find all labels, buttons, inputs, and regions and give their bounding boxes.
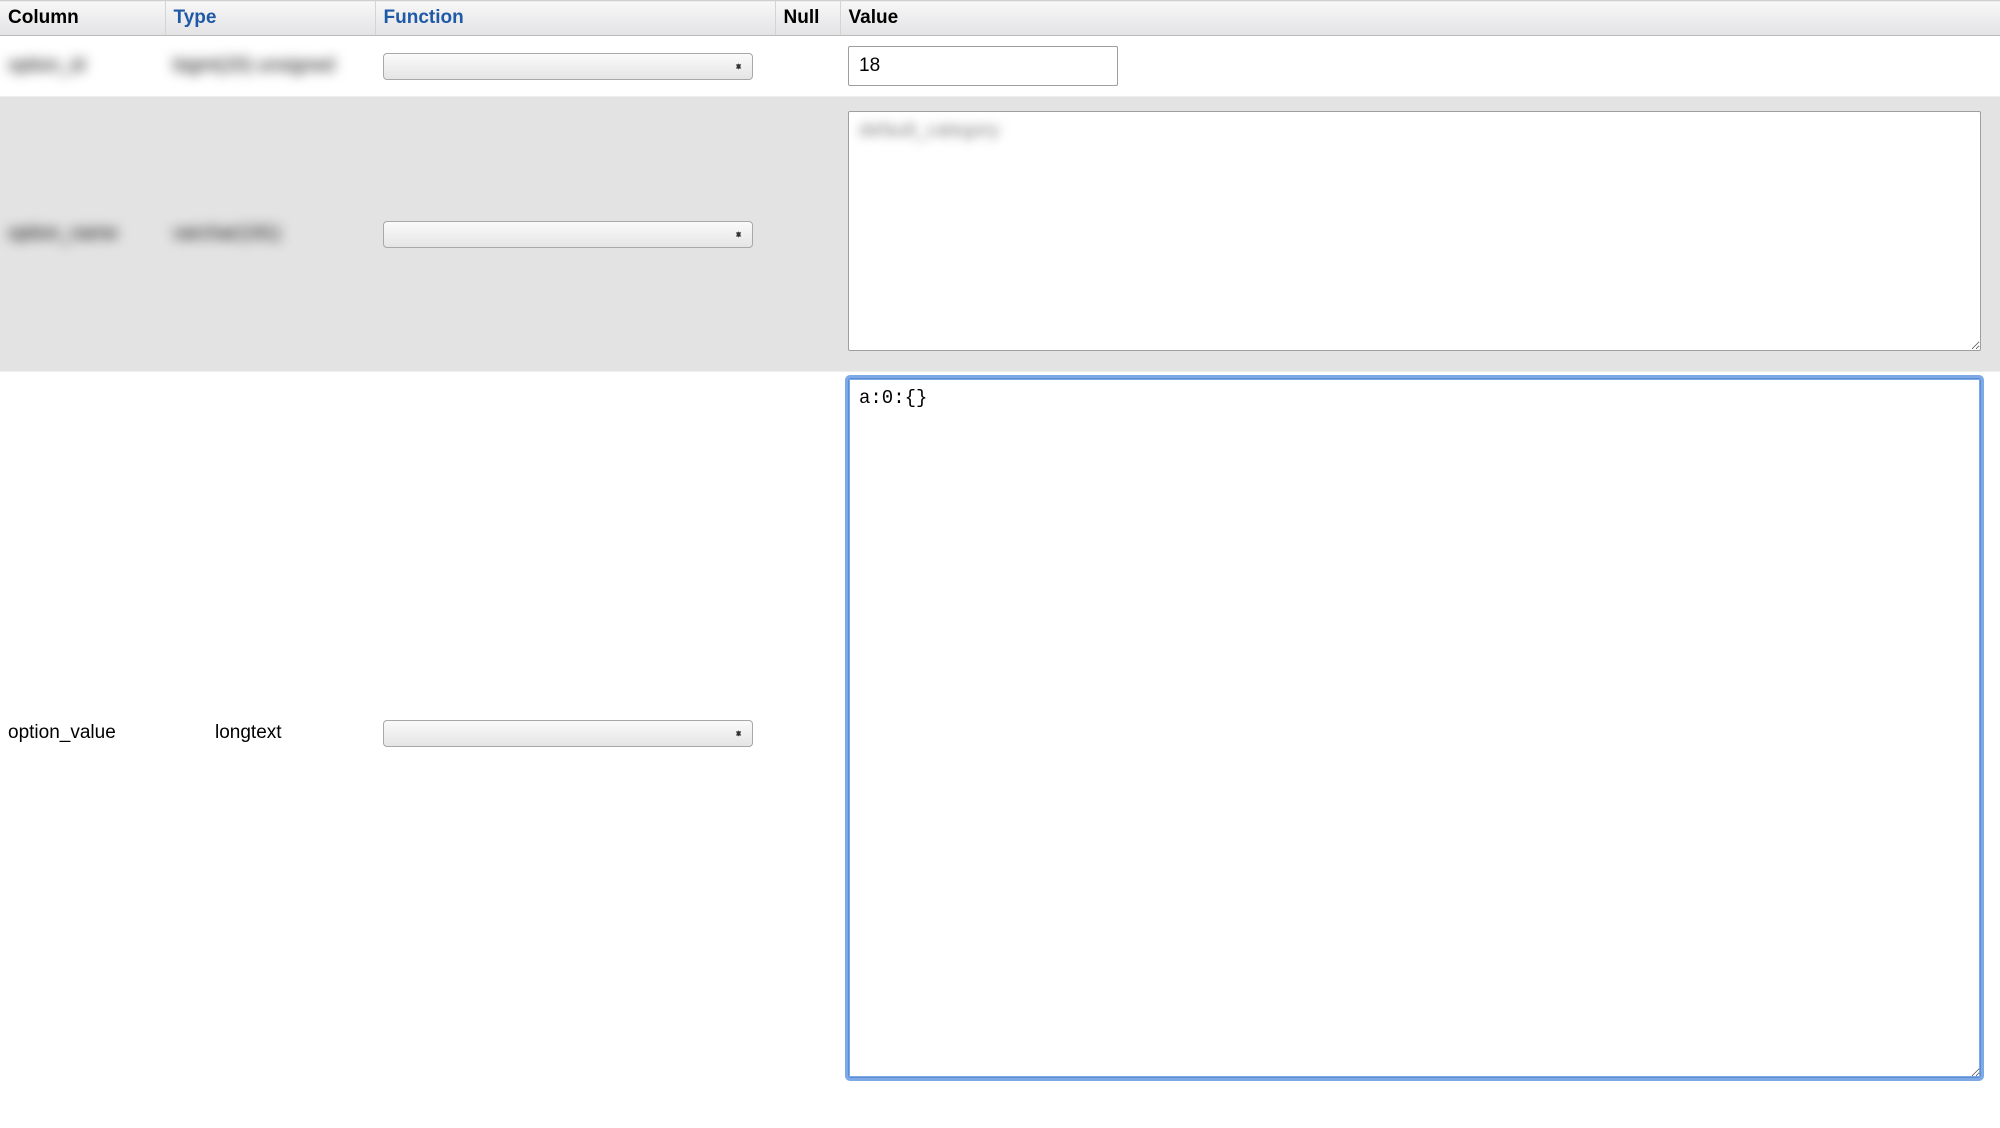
column-header-null: Null bbox=[775, 1, 840, 36]
row1-function-select[interactable] bbox=[383, 221, 753, 248]
table-header-row: Column Type Function Null Value bbox=[0, 1, 2000, 36]
function-select-wrap bbox=[383, 720, 753, 747]
table-row: option_name varchar(191) <span></span> bbox=[0, 97, 2000, 372]
row2-null-cell bbox=[775, 372, 840, 1095]
row1-value-textarea[interactable]: <span></span> bbox=[848, 111, 1981, 351]
row0-function-select[interactable] bbox=[383, 53, 753, 80]
row1-type: varchar(191) bbox=[173, 223, 281, 244]
row0-type: bigint(20) unsigned bbox=[173, 55, 335, 76]
row0-value-input[interactable] bbox=[848, 46, 1118, 86]
table-row: option_id bigint(20) unsigned bbox=[0, 36, 2000, 97]
row2-value-textarea[interactable] bbox=[848, 378, 1981, 1078]
db-edit-table: Column Type Function Null Value option_i… bbox=[0, 0, 2000, 1094]
row2-function-select[interactable] bbox=[383, 720, 753, 747]
function-select-wrap bbox=[383, 53, 753, 80]
row2-type: longtext bbox=[215, 722, 282, 743]
column-header-value: Value bbox=[840, 1, 2000, 36]
row0-column-name: option_id bbox=[8, 55, 85, 76]
row1-null-cell bbox=[775, 97, 840, 372]
column-header-type[interactable]: Type bbox=[165, 1, 375, 36]
row0-null-cell bbox=[775, 36, 840, 97]
function-select-wrap bbox=[383, 221, 753, 248]
table-row: option_value longtext bbox=[0, 372, 2000, 1095]
row1-column-name: option_name bbox=[8, 223, 118, 244]
column-header-column: Column bbox=[0, 1, 165, 36]
column-header-function[interactable]: Function bbox=[375, 1, 775, 36]
row2-column-name: option_value bbox=[8, 722, 116, 743]
